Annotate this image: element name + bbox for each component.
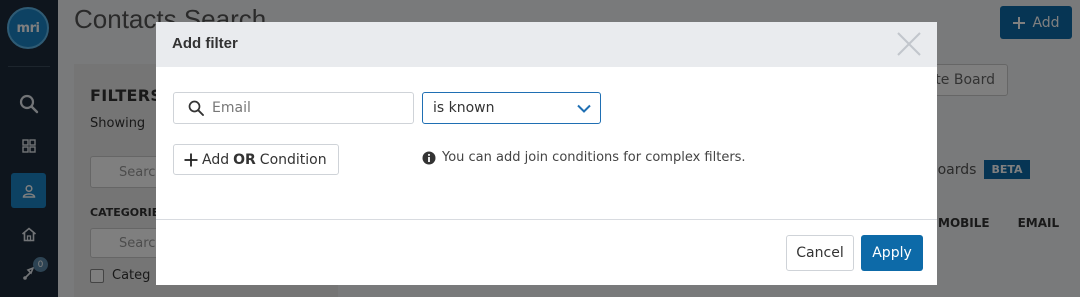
search-icon [188, 100, 204, 116]
join-hint: You can add join conditions for complex … [422, 150, 746, 165]
dialog-footer: Cancel Apply [156, 219, 937, 285]
dialog-title: Add filter [172, 35, 238, 52]
info-icon [422, 151, 436, 164]
join-hint-text: You can add join conditions for complex … [442, 150, 746, 165]
chevron-down-icon [577, 104, 591, 113]
filter-field-value: Email [212, 100, 251, 116]
add-or-suffix: Condition [259, 151, 327, 168]
operator-value: is known [433, 100, 495, 116]
close-icon [897, 32, 921, 56]
close-button[interactable] [895, 30, 923, 58]
apply-button[interactable]: Apply [861, 235, 923, 271]
cancel-button[interactable]: Cancel [786, 235, 854, 271]
filter-field-input[interactable]: Email [173, 92, 414, 124]
add-or-prefix: Add [202, 151, 230, 168]
add-filter-dialog: Add filter Email is known Add OR Conditi… [156, 22, 937, 285]
add-or-keyword: OR [233, 151, 256, 168]
add-or-condition-button[interactable]: Add OR Condition [173, 144, 339, 175]
operator-select[interactable]: is known [422, 92, 601, 124]
dialog-header: Add filter [156, 22, 937, 67]
plus-icon [184, 153, 198, 166]
